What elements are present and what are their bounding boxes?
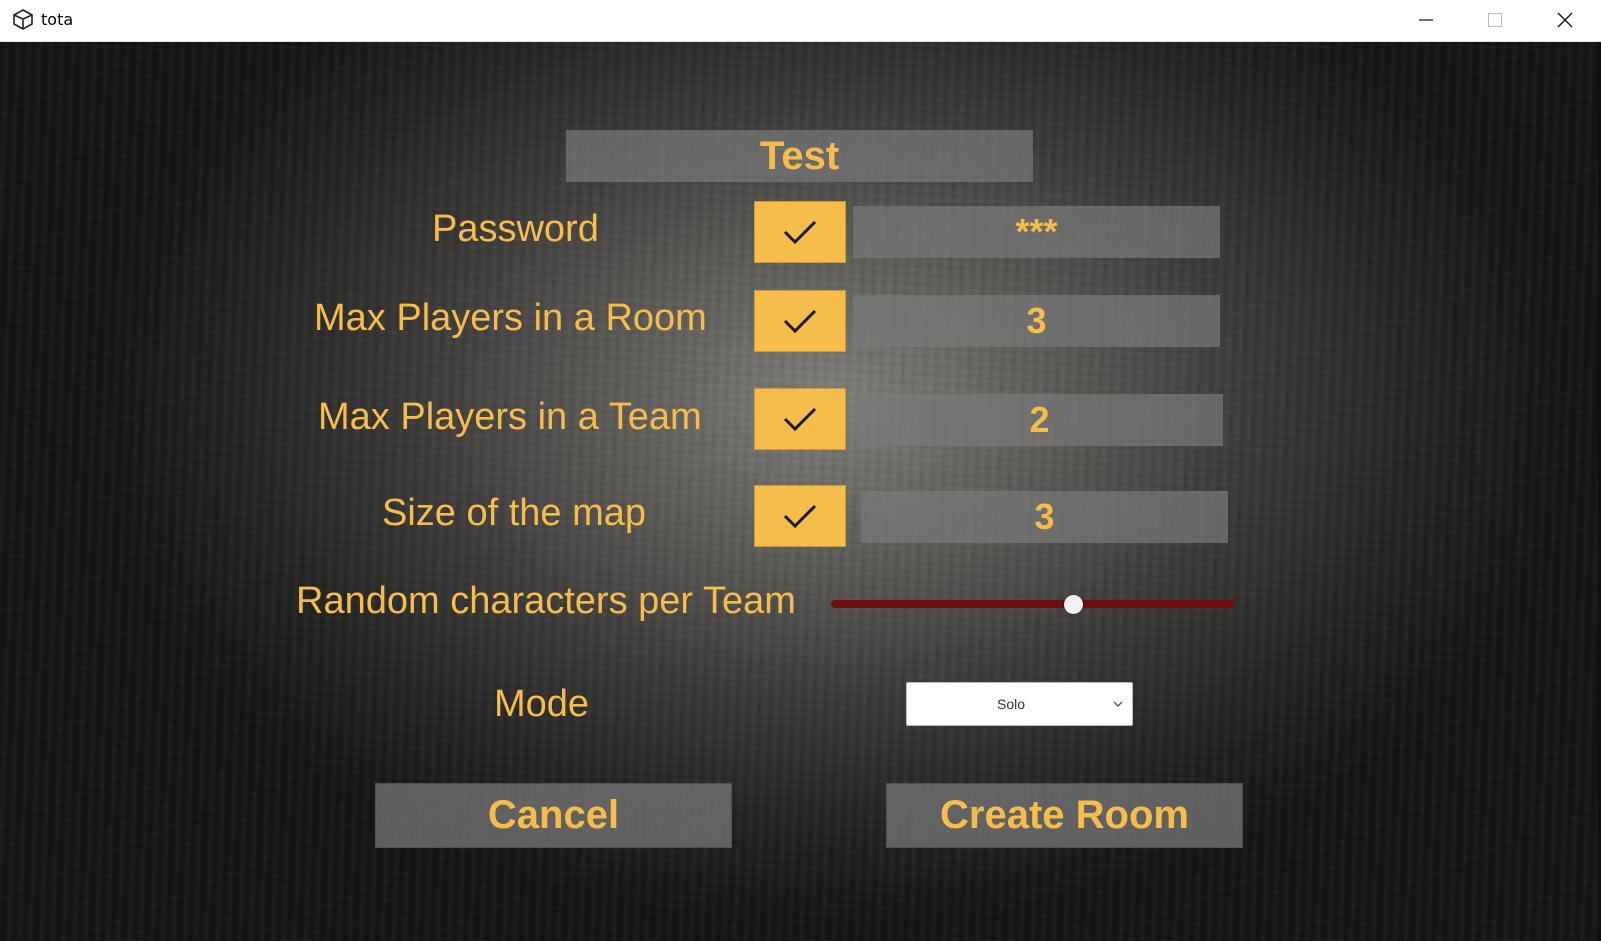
maximize-icon [1488,13,1502,27]
map-size-checkbox[interactable] [754,485,846,547]
maximize-button[interactable] [1472,0,1518,40]
random-characters-label: Random characters per Team [296,580,796,622]
close-button[interactable] [1542,0,1588,40]
max-players-room-input[interactable]: 3 [853,295,1220,347]
checkmark-icon [783,309,817,334]
minimize-button[interactable] [1403,0,1449,40]
room-name-field[interactable]: Test [566,130,1033,182]
map-size-label: Size of the map [382,492,647,534]
password-label: Password [432,208,599,250]
cancel-button[interactable]: Cancel [375,783,732,848]
map-size-input[interactable]: 3 [861,491,1228,543]
close-icon [1557,12,1573,28]
mode-dropdown[interactable]: Solo [906,682,1133,726]
random-characters-slider[interactable] [831,600,1235,608]
slider-handle[interactable] [1063,595,1083,614]
app-window: tota Test Password *** Max Players in a … [0,0,1601,941]
mode-label: Mode [494,683,590,725]
max-players-team-checkbox[interactable] [754,388,846,450]
password-checkbox[interactable] [754,201,846,263]
mode-selected-value: Solo [996,696,1026,712]
max-players-room-checkbox[interactable] [754,290,846,352]
max-players-room-label: Max Players in a Room [314,297,707,339]
create-room-button[interactable]: Create Room [886,783,1243,848]
chevron-down-icon [1113,701,1123,707]
max-players-team-input[interactable]: 2 [856,394,1223,446]
checkmark-icon [783,407,817,432]
checkmark-icon [783,504,817,529]
window-title: tota [41,10,74,29]
password-input[interactable]: *** [853,206,1220,258]
max-players-team-label: Max Players in a Team [318,396,702,438]
title-bar[interactable]: tota [0,0,1601,42]
minimize-icon [1419,19,1433,21]
unity-icon [13,9,33,30]
checkmark-icon [783,220,817,245]
